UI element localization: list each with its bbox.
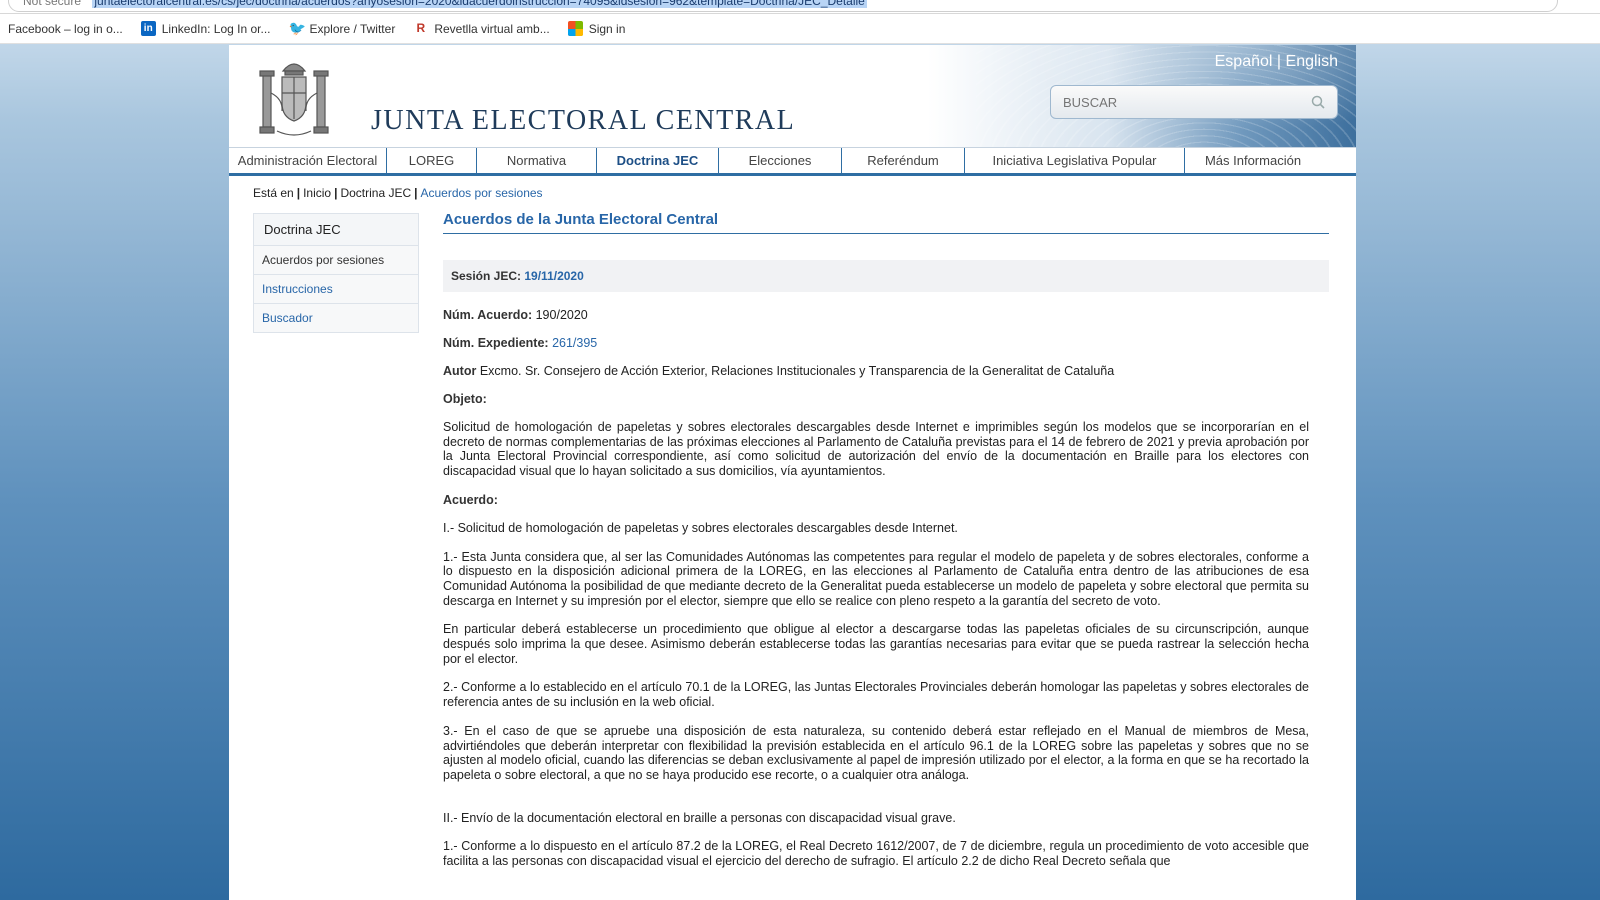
bookmark-facebook[interactable]: Facebook – log in o... <box>8 22 123 36</box>
site-title[interactable]: JUNTA ELECTORAL CENTRAL <box>371 105 795 137</box>
linkedin-icon: in <box>140 21 156 36</box>
search-box <box>1050 85 1338 119</box>
paragraph-3: 2.- Conforme a lo establecido en el artí… <box>443 680 1309 710</box>
nav-referendum[interactable]: Referéndum <box>842 148 965 173</box>
bookmark-label: Revetlla virtual amb... <box>434 21 550 36</box>
bookmark-label: Facebook – log in o... <box>8 21 123 36</box>
objeto-heading: Objeto: <box>443 392 1329 406</box>
sidebar-item-acuerdos-por-sesiones[interactable]: Acuerdos por sesiones <box>254 246 418 275</box>
page-title: Acuerdos de la Junta Electoral Central <box>443 211 1329 234</box>
lang-en-link[interactable]: English <box>1286 53 1338 70</box>
bookmark-label: Explore / Twitter <box>309 21 396 36</box>
paragraph-5: 1.- Conforme a lo dispuesto en el artícu… <box>443 839 1309 869</box>
sidebar-item-instrucciones[interactable]: Instrucciones <box>254 275 418 304</box>
revetlla-icon: R <box>416 21 426 35</box>
bookmark-revetlla[interactable]: R Revetlla virtual amb... <box>413 21 549 36</box>
num-expediente-link[interactable]: 261/395 <box>552 336 597 350</box>
num-acuerdo-label: Núm. Acuerdo: <box>443 308 533 322</box>
sidebar-item-buscador[interactable]: Buscador <box>254 304 418 332</box>
autor-value: Excmo. Sr. Consejero de Acción Exterior,… <box>479 364 1115 378</box>
lang-es-link[interactable]: Español <box>1215 53 1273 70</box>
nav-iniciativa-legislativa-popular[interactable]: Iniciativa Legislativa Popular <box>965 148 1185 173</box>
search-icon[interactable] <box>1311 95 1325 109</box>
num-acuerdo-value: 190/2020 <box>535 308 588 322</box>
autor-label: Autor <box>443 364 477 378</box>
sidebar: Doctrina JEC Acuerdos por sesiones Instr… <box>253 213 419 333</box>
objeto-text: Solicitud de homologación de papeletas y… <box>443 420 1309 479</box>
session-date-link[interactable]: 19/11/2020 <box>524 269 583 283</box>
main-nav: Administración Electoral LOREG Normativa… <box>229 147 1356 176</box>
security-indicator[interactable]: Not secure <box>23 0 81 8</box>
breadcrumb-doctrina-jec[interactable]: Doctrina JEC <box>340 186 411 200</box>
paragraph-2: En particular deberá establecerse un pro… <box>443 622 1309 666</box>
address-bar[interactable]: Not secure juntaelectoralcentral.es/cs/j… <box>8 0 1558 12</box>
bookmark-sign-in[interactable]: Sign in <box>567 21 626 36</box>
site-header: JUNTA ELECTORAL CENTRAL Español | Englis… <box>229 45 1356 147</box>
sidebar-title[interactable]: Doctrina JEC <box>254 214 418 246</box>
paragraph-4: 3.- En el caso de que se apruebe una dis… <box>443 723 1309 782</box>
url-text[interactable]: juntaelectoralcentral.es/cs/jec/doctrina… <box>92 0 867 8</box>
section-2-heading: II.- Envío de la documentación electoral… <box>443 810 956 825</box>
nav-elecciones[interactable]: Elecciones <box>719 148 842 173</box>
acuerdo-heading: Acuerdo: <box>443 493 1329 507</box>
session-box: Sesión JEC: 19/11/2020 <box>443 260 1329 292</box>
main-content: Acuerdos de la Junta Electoral Central S… <box>443 211 1329 869</box>
twitter-icon: 🐦 <box>288 20 306 36</box>
breadcrumb: Está en | Inicio | Doctrina JEC | Acuerdos por… <box>253 186 543 200</box>
autor-field: Autor Excmo. Sr. Consejero de Acción Ext… <box>443 364 1329 378</box>
bookmark-label: Sign in <box>588 21 626 36</box>
browser-url-bar: Not secure juntaelectoralcentral.es/cs/j… <box>0 0 1600 14</box>
search-input[interactable] <box>1063 94 1303 110</box>
nav-administracion-electoral[interactable]: Administración Electoral <box>229 148 387 173</box>
breadcrumb-inicio[interactable]: Inicio <box>303 186 331 200</box>
page-container: JUNTA ELECTORAL CENTRAL Español | Englis… <box>229 45 1356 900</box>
breadcrumb-current[interactable]: Acuerdos por sesiones <box>420 186 542 200</box>
session-label: Sesión JEC: <box>451 269 522 283</box>
section-1-heading: I.- Solicitud de homologación de papelet… <box>443 520 958 535</box>
nav-doctrina-jec[interactable]: Doctrina JEC <box>597 148 719 173</box>
coat-of-arms-icon[interactable] <box>255 53 333 141</box>
nav-mas-informacion[interactable]: Más Información <box>1185 148 1321 173</box>
bookmark-linkedin[interactable]: in LinkedIn: Log In or... <box>140 21 271 36</box>
nav-loreg[interactable]: LOREG <box>387 148 477 173</box>
num-expediente-label: Núm. Expediente: <box>443 336 549 350</box>
objeto-label: Objeto: <box>443 392 487 406</box>
breadcrumb-prefix: Está en <box>253 186 294 200</box>
bookmark-twitter[interactable]: 🐦 Explore / Twitter <box>289 21 396 36</box>
nav-normativa[interactable]: Normativa <box>477 148 597 173</box>
num-expediente-field: Núm. Expediente: 261/395 <box>443 336 1329 350</box>
microsoft-icon <box>567 21 583 36</box>
language-switcher: Español | English <box>1215 53 1338 71</box>
acuerdo-label: Acuerdo: <box>443 492 498 507</box>
num-acuerdo-field: Núm. Acuerdo: 190/2020 <box>443 308 1329 322</box>
lang-separator: | <box>1276 53 1282 70</box>
bookmark-label: LinkedIn: Log In or... <box>161 21 271 36</box>
bookmarks-bar: Facebook – log in o... in LinkedIn: Log … <box>0 14 1600 44</box>
paragraph-1: 1.- Esta Junta considera que, al ser las… <box>443 549 1309 608</box>
